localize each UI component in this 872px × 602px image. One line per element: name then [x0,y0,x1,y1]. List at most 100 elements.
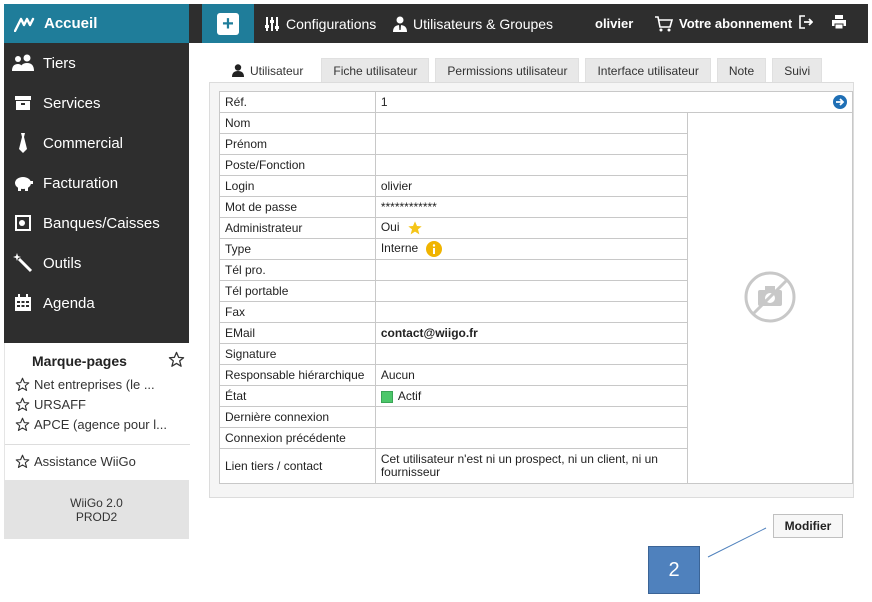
current-user-link[interactable]: olivier [595,4,633,43]
print-button[interactable] [831,4,847,43]
tab-utilisateur[interactable]: Utilisateur [220,58,316,82]
logout-button[interactable] [799,4,814,43]
next-record-icon[interactable] [833,95,847,112]
users-groups-link[interactable]: Utilisateurs & Groupes [393,4,553,43]
bookmarks-title: Marque-pages [32,353,127,369]
tab-label: Suivi [784,63,811,78]
user-card: Réf. 1 Nom Prénom Poste/Fonction Login ol… [209,82,854,498]
field-label: Fax [219,301,376,323]
configurations-link[interactable]: Configurations [264,4,376,43]
field-label: Prénom [219,133,376,155]
tab-note[interactable]: Note [716,58,767,82]
bookmark-label: Assistance WiiGo [34,453,136,469]
status-indicator [380,390,393,403]
status-value-cell: Actif [374,385,689,407]
tab-fiche-utilisateur[interactable]: Fiche utilisateur [321,58,430,82]
user-icon [232,64,244,77]
bookmark-item[interactable]: Net entreprises (le ... [15,374,185,394]
sidebar-item-label: Facturation [43,174,119,192]
field-label: Poste/Fonction [219,154,376,176]
sidebar: Tiers Services Commercial Facturation Ba… [4,43,189,343]
star-outline-icon [15,377,30,392]
sidebar-item-outils[interactable]: Outils [4,243,189,283]
sidebar-item-commercial[interactable]: Commercial [4,123,189,163]
subscription-link[interactable]: Votre abonnement [655,4,792,43]
field-value: Interne [380,241,419,256]
sliders-icon [264,16,280,32]
callout-badge: 2 [648,546,700,594]
field-label: Nom [219,112,376,134]
callout-number: 2 [668,558,680,581]
users-icon [12,53,34,73]
bookmark-label: Net entreprises (le ... [34,376,155,392]
sidebar-item-label: Banques/Caisses [43,214,160,232]
field-label: Responsable hiérarchique [219,364,376,386]
bookmark-item[interactable]: Assistance WiiGo [15,451,185,471]
field-label: Dernière connexion [219,406,376,428]
tab-permissions-utilisateur[interactable]: Permissions utilisateur [435,58,580,82]
printer-icon [831,14,847,33]
configurations-label: Configurations [286,15,377,32]
admin-value-cell: Oui [374,217,689,239]
bookmark-item[interactable]: APCE (agence pour l... [15,414,185,434]
user-tie-icon [393,16,407,32]
star-outline-icon [15,397,30,412]
star-outline-icon [15,454,30,469]
ref-value-cell: 1 [374,91,854,113]
version-env: PROD2 [75,510,118,524]
add-bookmark-button[interactable] [168,351,185,371]
sidebar-item-facturation[interactable]: Facturation [4,163,189,203]
quick-add-button[interactable]: + [202,4,254,43]
sidebar-item-tiers[interactable]: Tiers [4,43,189,83]
table-row: Nom [219,112,853,484]
version-name: WiiGo 2.0 [70,496,123,510]
sidebar-item-services[interactable]: Services [4,83,189,123]
plus-icon: + [217,12,239,35]
divider [5,444,190,445]
email-link[interactable]: contact@wiigo.fr [374,322,689,344]
sidebar-item-label: Tiers [43,54,76,72]
bookmarks-panel: Marque-pages Net entreprises (le ... URS… [4,343,190,480]
sidebar-item-label: Outils [43,254,82,272]
tab-label: Note [728,63,755,78]
home-link[interactable]: Accueil [4,4,189,43]
field-label: Connexion précédente [219,427,376,449]
field-label: Type [219,238,376,260]
ref-value: 1 [380,95,388,109]
field-label: Réf. [219,91,376,113]
magic-wand-icon [12,253,34,273]
version-info: WiiGo 2.0 PROD2 [4,480,189,539]
cart-icon [655,15,673,32]
sidebar-item-agenda[interactable]: Agenda [4,283,189,323]
piggy-bank-icon [12,173,34,193]
tie-icon [12,133,34,153]
field-label: Administrateur [219,217,376,239]
star-outline-icon [15,417,30,432]
info-icon[interactable] [425,241,442,257]
field-label: Lien tiers / contact [219,448,376,484]
logout-icon [799,15,814,32]
tab-interface-utilisateur[interactable]: Interface utilisateur [585,58,711,82]
sidebar-item-banques[interactable]: Banques/Caisses [4,203,189,243]
sidebar-item-label: Agenda [43,294,95,312]
tab-label: Utilisateur [250,63,304,78]
field-value [374,301,689,323]
field-label: Tél pro. [219,259,376,281]
tab-suivi[interactable]: Suivi [772,58,823,82]
status-badge: Actif [397,389,422,403]
top-bar: Accueil + Configurations Utilisateurs & … [4,4,868,43]
tab-label: Interface utilisateur [597,63,699,78]
field-value: olivier [374,175,689,197]
users-groups-label: Utilisateurs & Groupes [413,15,554,32]
photo-cell [687,112,853,484]
bookmark-label: URSAFF [34,396,86,412]
field-value [374,427,689,449]
bookmark-item[interactable]: URSAFF [15,394,185,414]
modify-button[interactable]: Modifier [773,514,843,538]
field-value: Cet utilisateur n'est ni un prospect, ni… [374,448,689,484]
field-value [374,112,689,134]
bookmark-label: APCE (agence pour l... [34,416,167,432]
field-label: Login [219,175,376,197]
home-label: Accueil [44,15,98,32]
username-label: olivier [595,16,634,31]
